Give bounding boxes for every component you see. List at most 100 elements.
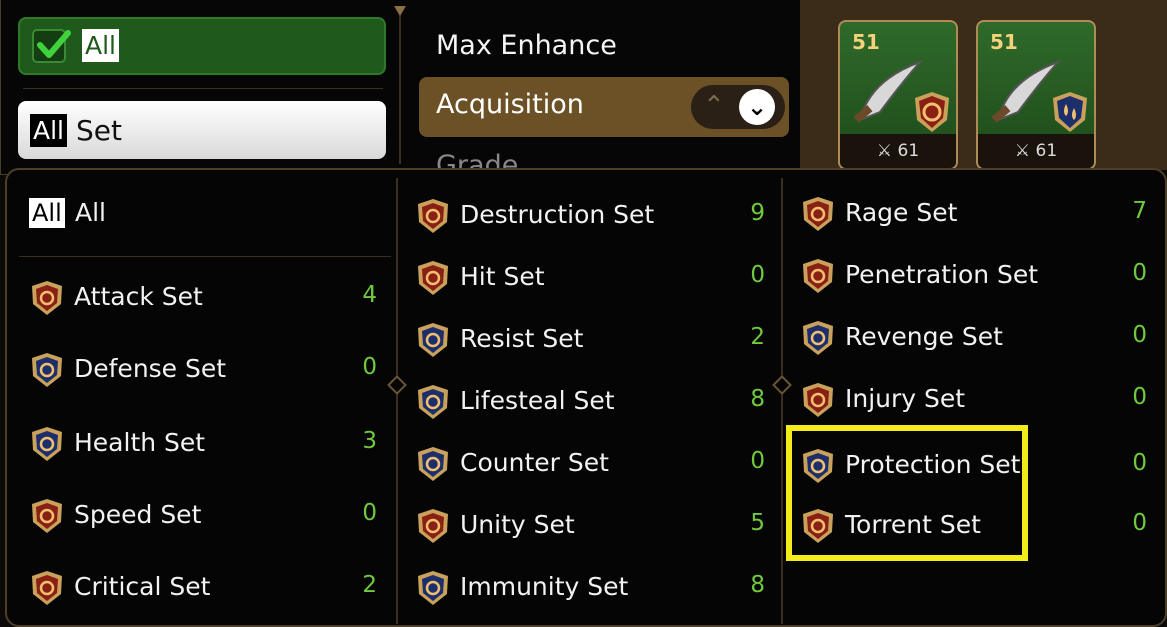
set-option-label: Revenge Set (845, 322, 1003, 351)
set-option-rage[interactable]: Rage Set 7 (800, 194, 1147, 234)
set-option-count: 7 (1132, 198, 1147, 224)
set-option-label: Resist Set (460, 324, 584, 353)
set-option-health[interactable]: Health Set 3 (29, 424, 377, 464)
set-option-revenge[interactable]: Revenge Set 0 (800, 318, 1147, 358)
set-option-count: 2 (750, 324, 765, 350)
penetration-set-icon (803, 259, 833, 293)
divider (19, 256, 391, 257)
set-option-critical[interactable]: Critical Set 2 (29, 568, 377, 608)
set-option-counter[interactable]: Counter Set 0 (415, 444, 765, 484)
hit-set-icon (418, 261, 448, 295)
set-option-lifesteal[interactable]: Lifesteal Set 8 (415, 382, 765, 422)
column-divider (772, 178, 792, 624)
destruction-set-icon (418, 199, 448, 233)
set-option-count: 0 (1132, 260, 1147, 286)
set-option-label: Lifesteal Set (460, 386, 615, 415)
set-option-label: Attack Set (74, 282, 203, 311)
revenge-set-icon (803, 321, 833, 355)
set-option-speed[interactable]: Speed Set 0 (29, 496, 377, 536)
set-category-select[interactable]: All Set (18, 101, 386, 159)
sword-stat-icon: ⚔ (876, 141, 893, 161)
health-set-icon (32, 427, 62, 461)
set-option-label: All (75, 198, 106, 227)
set-option-label: Rage Set (845, 198, 958, 227)
set-option-label: Penetration Set (845, 260, 1039, 289)
lifesteal-set-icon (1053, 92, 1087, 132)
all-toggle-label: All (82, 29, 119, 62)
destruction-set-icon (915, 92, 949, 132)
set-option-count: 8 (750, 386, 765, 412)
immunity-set-icon (418, 571, 448, 605)
column-divider (394, 6, 406, 164)
set-option-destruction[interactable]: Destruction Set 9 (415, 196, 765, 236)
item-stat: ⚔ 61 (840, 134, 956, 168)
column-divider (387, 178, 407, 624)
set-option-count: 0 (1132, 384, 1147, 410)
set-filter-dropdown: All All Attack Set 4 Defense Set 0 Health Se… (5, 168, 1167, 627)
set-option-count: 5 (750, 510, 765, 536)
set-option-resist[interactable]: Resist Set 2 (415, 320, 765, 360)
item-stat: ⚔ 61 (978, 134, 1094, 168)
set-option-unity[interactable]: Unity Set 5 (415, 506, 765, 546)
equipment-card[interactable]: 51 ⚔ 61 (838, 20, 958, 170)
set-option-injury[interactable]: Injury Set 0 (800, 380, 1147, 420)
set-option-defense[interactable]: Defense Set 0 (29, 350, 377, 390)
set-option-count: 3 (362, 428, 377, 454)
set-option-count: 0 (1132, 510, 1147, 536)
checkbox-checked-icon (32, 29, 71, 63)
equipment-card[interactable]: 51 ⚔ 61 (976, 20, 1096, 170)
injury-set-icon (803, 383, 833, 417)
speed-set-icon (32, 499, 62, 533)
divider (23, 88, 383, 89)
set-option-penetration[interactable]: Penetration Set 0 (800, 256, 1147, 296)
highlight-box (786, 425, 1028, 561)
set-option-count: 0 (362, 354, 377, 380)
counter-set-icon (418, 447, 448, 481)
all-badge: All (30, 114, 67, 147)
set-option-label: Destruction Set (460, 200, 655, 229)
set-option-count: 0 (1132, 322, 1147, 348)
all-filter-toggle[interactable]: All (18, 17, 386, 75)
set-option-label: Health Set (74, 428, 206, 457)
set-option-count: 2 (362, 572, 377, 598)
set-option-count: 8 (750, 572, 765, 598)
set-option-label: Critical Set (74, 572, 211, 601)
set-option-attack[interactable]: Attack Set 4 (29, 278, 377, 318)
item-stat-value: 61 (1035, 141, 1058, 161)
set-option-all[interactable]: All All (29, 194, 389, 234)
unity-set-icon (418, 509, 448, 543)
rage-set-icon (803, 197, 833, 231)
attack-set-icon (32, 281, 62, 315)
equipment-strip: 51 ⚔ 61 51 ⚔ 61 (800, 0, 1167, 170)
all-badge: All (29, 198, 65, 228)
set-option-label: Immunity Set (460, 572, 629, 601)
set-option-label: Unity Set (460, 510, 575, 539)
lifesteal-set-icon (418, 385, 448, 419)
resist-set-icon (418, 323, 448, 357)
set-option-label: Hit Set (460, 262, 545, 291)
filter-panel: All All Set Max Enhance Acquisition ⌃ ⌄ … (0, 0, 802, 175)
set-option-count: 0 (750, 262, 765, 288)
sword-stat-icon: ⚔ (1014, 141, 1031, 161)
sort-order-toggle[interactable]: ⌃ ⌄ (691, 85, 785, 129)
set-option-label: Injury Set (845, 384, 966, 413)
critical-set-icon (32, 571, 62, 605)
chevron-down-icon[interactable]: ⌄ (739, 89, 775, 125)
set-option-label: Speed Set (74, 500, 202, 529)
set-option-count: 0 (750, 448, 765, 474)
set-option-count: 0 (362, 500, 377, 526)
defense-set-icon (32, 353, 62, 387)
set-option-hit[interactable]: Hit Set 0 (415, 258, 765, 298)
sort-active-label: Acquisition (436, 89, 584, 120)
set-option-count: 9 (750, 200, 765, 226)
set-option-count: 0 (1132, 450, 1147, 476)
chevron-up-icon[interactable]: ⌃ (703, 91, 725, 121)
set-option-immunity[interactable]: Immunity Set 8 (415, 568, 765, 608)
set-select-label: Set (76, 114, 122, 147)
set-option-count: 4 (362, 282, 377, 308)
set-option-label: Defense Set (74, 354, 227, 383)
item-stat-value: 61 (897, 141, 920, 161)
sort-option-max-enhance[interactable]: Max Enhance (436, 30, 617, 61)
sort-option-acquisition[interactable]: Acquisition ⌃ ⌄ (419, 77, 789, 137)
set-option-label: Counter Set (460, 448, 609, 477)
